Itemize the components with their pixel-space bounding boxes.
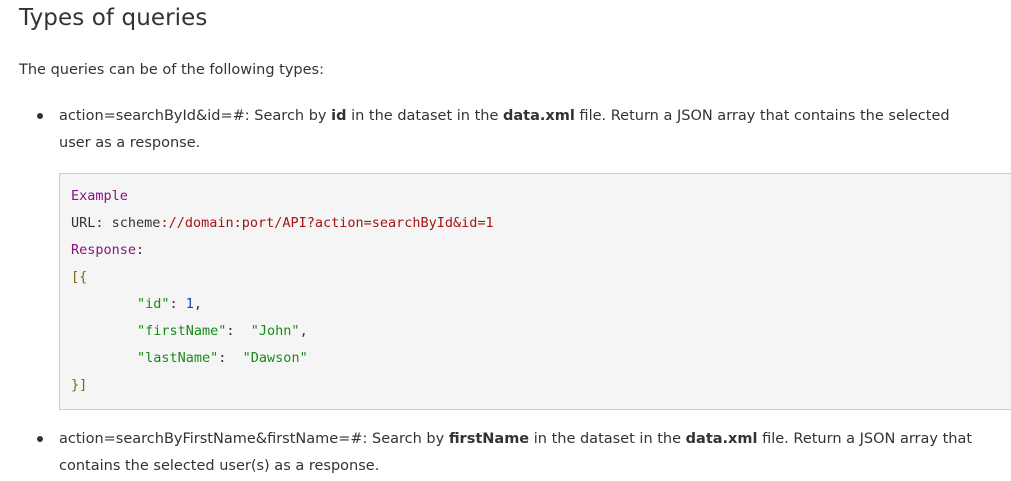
query-signature: action=searchById&id=#: <box>59 108 250 124</box>
code-example-block: Example URL: scheme://domain:port/API?ac… <box>59 173 1011 410</box>
query-signature: action=searchByFirstName&firstName=#: <box>59 431 368 447</box>
json-lastname-line: "lastName": "Dawson" <box>137 350 308 366</box>
list-item: action=searchById&id=#: Search by id in … <box>19 103 1004 157</box>
bullet-icon <box>37 113 43 119</box>
section-heading: Types of queries <box>19 5 208 31</box>
json-firstname-line: "firstName": "John", <box>137 323 308 339</box>
list-item: action=searchByFirstName&firstName=#: Se… <box>19 426 1004 480</box>
field-name: firstName <box>448 431 530 447</box>
url-line: URL: scheme://domain:port/API?action=sea… <box>71 215 494 231</box>
field-name: id <box>331 108 347 124</box>
list-item-text: action=searchById&id=#: Search by id in … <box>59 108 950 151</box>
list-item-text: action=searchByFirstName&firstName=#: Se… <box>59 431 973 474</box>
bullet-icon <box>37 436 43 442</box>
file-name: data.xml <box>503 108 575 124</box>
intro-paragraph: The queries can be of the following type… <box>19 62 324 78</box>
json-id-line: "id": 1, <box>137 296 203 312</box>
response-label: Response: <box>71 242 145 258</box>
json-open: [{ <box>71 269 88 285</box>
json-close: }] <box>71 377 88 393</box>
file-name: data.xml <box>685 431 758 447</box>
example-label: Example <box>71 188 128 204</box>
